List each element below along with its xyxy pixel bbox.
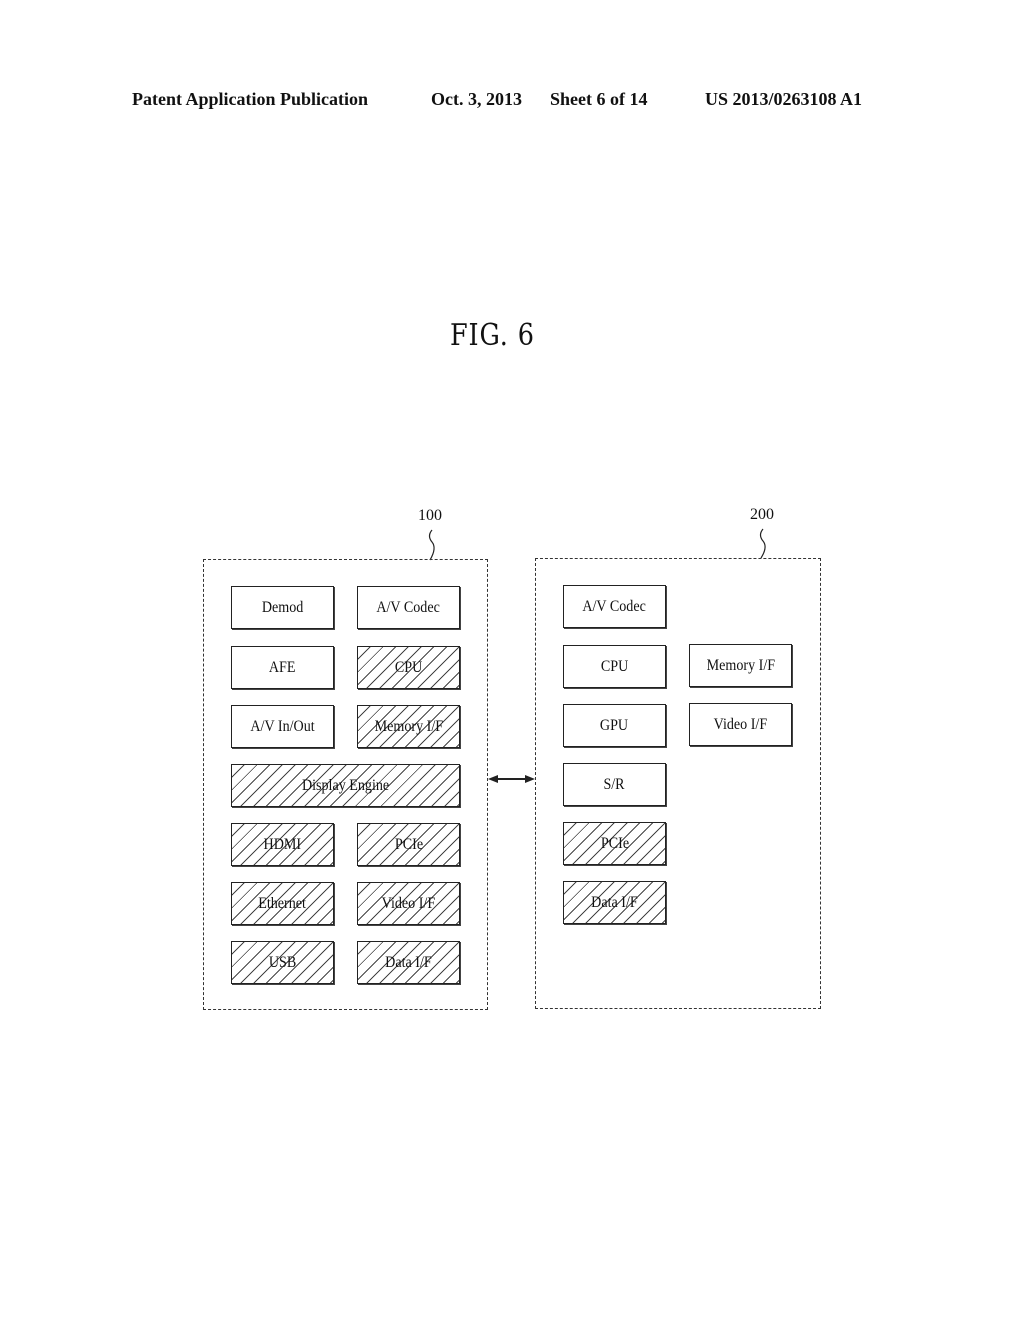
block-data-if-200: Data I/F (563, 881, 666, 924)
diagram-connectors (428, 528, 766, 783)
block-display-engine: Display Engine (231, 764, 460, 807)
block-video-if: Video I/F (357, 882, 460, 925)
leader-line-200 (759, 528, 766, 559)
block-ethernet: Ethernet (231, 882, 334, 925)
block-data-if: Data I/F (357, 941, 460, 984)
block-av-codec: A/V Codec (357, 586, 460, 629)
block-memory-if: Memory I/F (357, 705, 460, 748)
bidirectional-arrow (488, 775, 535, 783)
block-usb: USB (231, 941, 334, 984)
block-gpu-200: GPU (563, 704, 666, 747)
block-cpu: CPU (357, 646, 460, 689)
block-cpu-200: CPU (563, 645, 666, 688)
block-pcie-200: PCIe (563, 822, 666, 865)
block-av-in-out: A/V In/Out (231, 705, 334, 748)
block-hdmi: HDMI (231, 823, 334, 866)
block-pcie: PCIe (357, 823, 460, 866)
block-av-codec-200: A/V Codec (563, 585, 666, 628)
block-afe: AFE (231, 646, 334, 689)
block-sr-200: S/R (563, 763, 666, 806)
block-video-if-200: Video I/F (689, 703, 792, 746)
block-memory-if-200: Memory I/F (689, 644, 792, 687)
leader-line-100 (428, 529, 435, 561)
block-demod: Demod (231, 586, 334, 629)
